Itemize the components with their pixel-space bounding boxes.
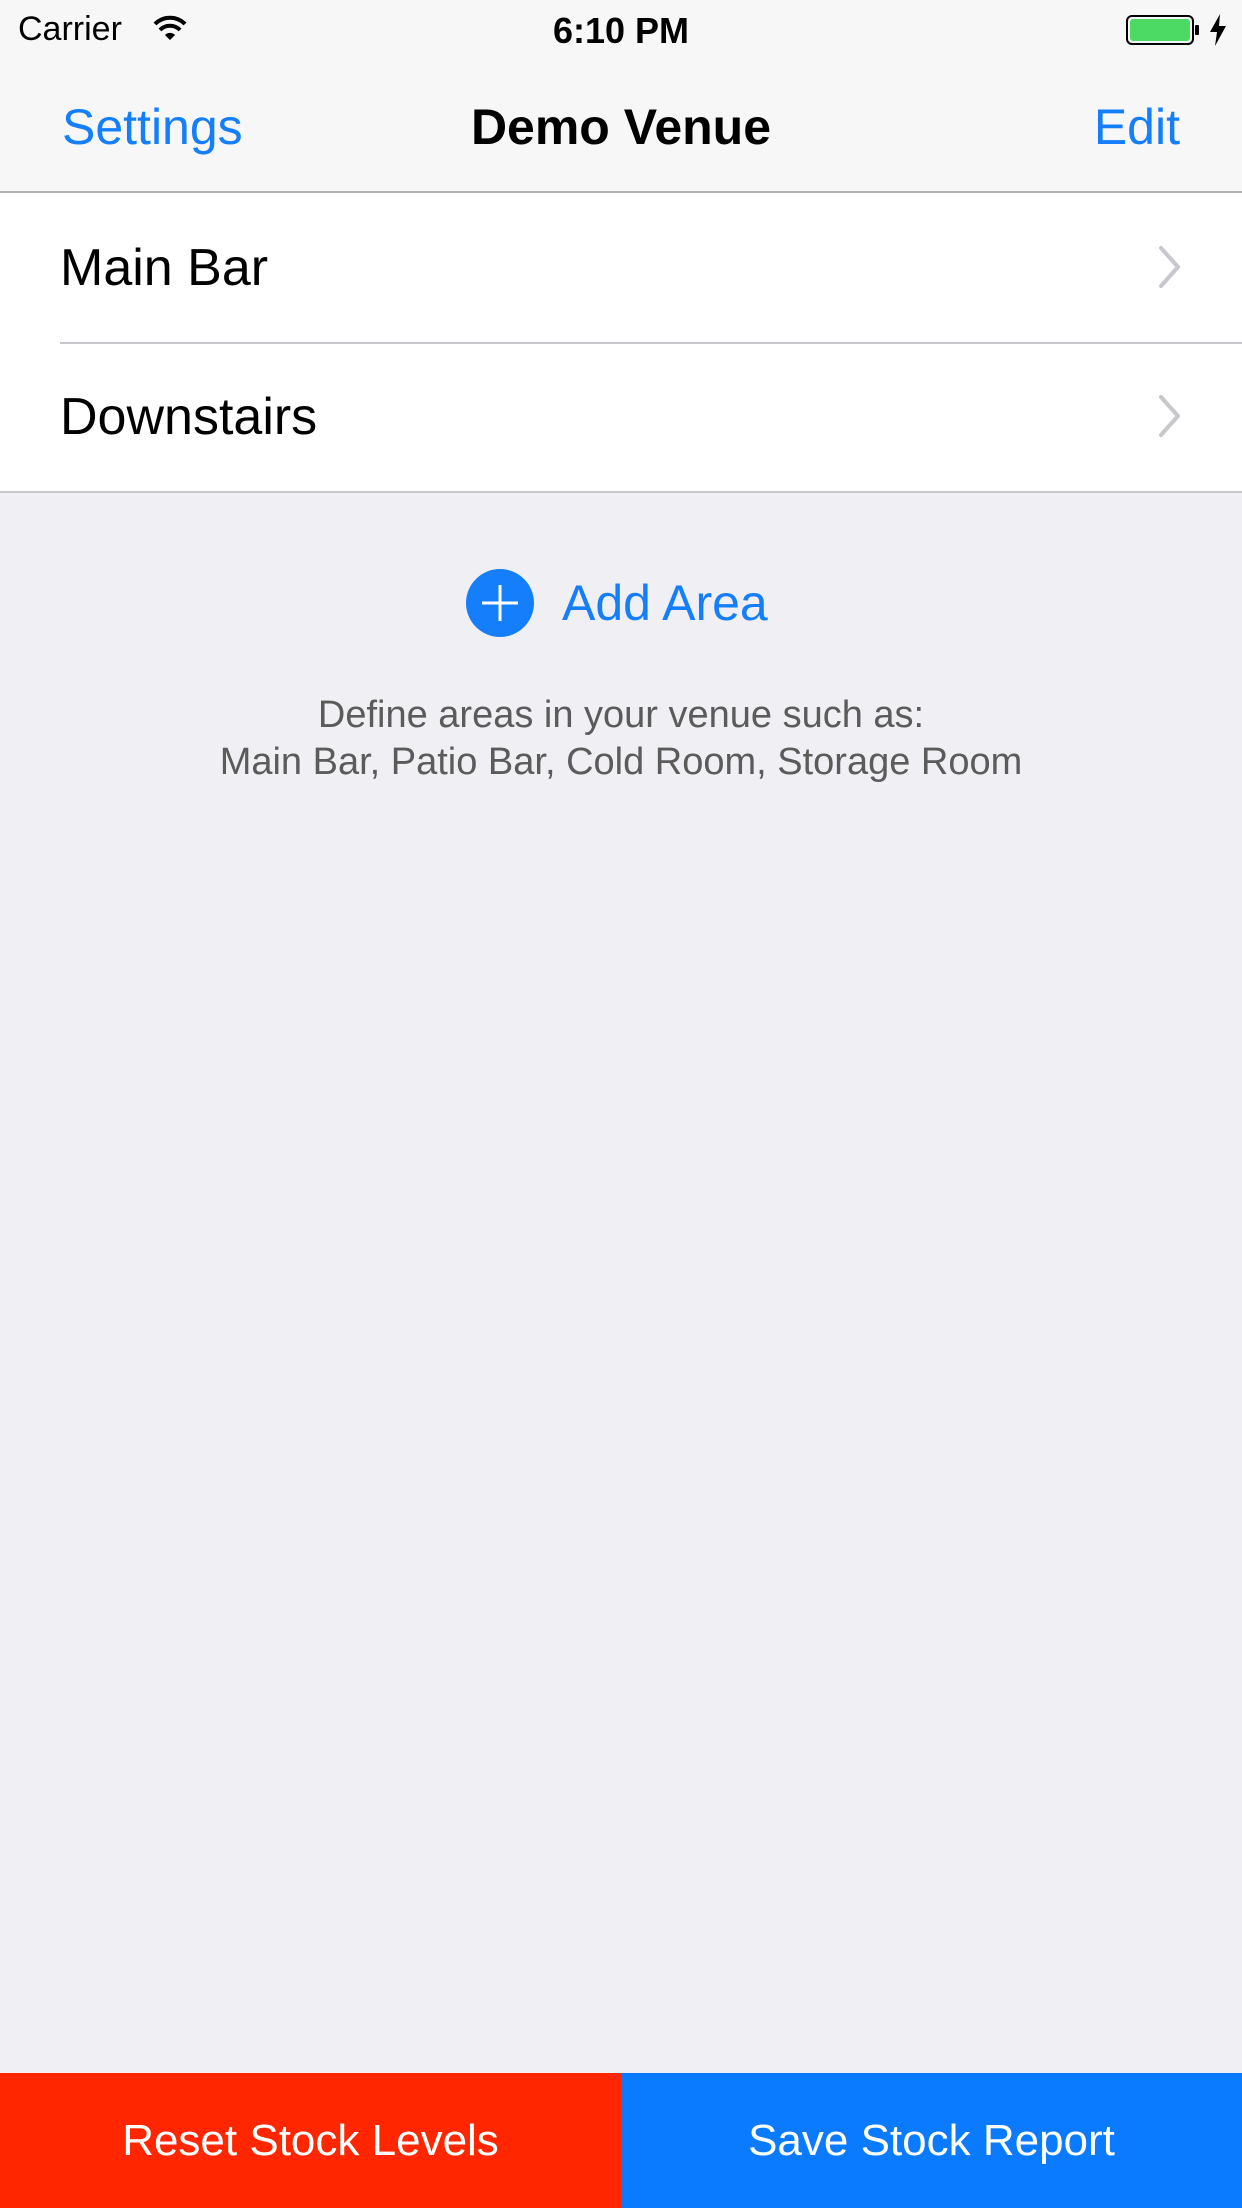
area-row-downstairs[interactable]: Downstairs <box>0 342 1242 491</box>
area-label: Downstairs <box>60 388 318 446</box>
reset-stock-levels-button[interactable]: Reset Stock Levels <box>0 2073 621 2208</box>
hint-line-1: Define areas in your venue such as: <box>317 694 925 736</box>
charging-bolt-icon <box>1210 14 1226 46</box>
page-title: Demo Venue <box>470 99 772 155</box>
save-stock-report-button[interactable]: Save Stock Report <box>621 2073 1242 2208</box>
add-area-button[interactable]: Add Area <box>466 568 768 638</box>
add-area-label: Add Area <box>562 575 768 631</box>
navigation-bar: Settings Demo Venue Edit <box>0 60 1242 193</box>
battery-icon <box>1126 15 1199 45</box>
area-label: Main Bar <box>60 239 269 297</box>
status-time: 6:10 PM <box>552 10 690 51</box>
status-bar: Carrier 6:10 PM <box>0 0 1242 60</box>
areas-list: Main Bar Downstairs <box>0 193 1242 493</box>
edit-button[interactable]: Edit <box>1094 98 1180 156</box>
bottom-action-bar: Reset Stock Levels Save Stock Report <box>0 2073 1242 2208</box>
area-row-main-bar[interactable]: Main Bar <box>0 193 1242 342</box>
chevron-right-icon <box>1159 246 1180 288</box>
hint-line-2: Main Bar, Patio Bar, Cold Room, Storage … <box>219 741 1023 783</box>
chevron-right-icon <box>1159 395 1180 437</box>
areas-hint: Define areas in your venue such as: Main… <box>0 692 1242 786</box>
plus-circle-icon <box>466 569 534 637</box>
